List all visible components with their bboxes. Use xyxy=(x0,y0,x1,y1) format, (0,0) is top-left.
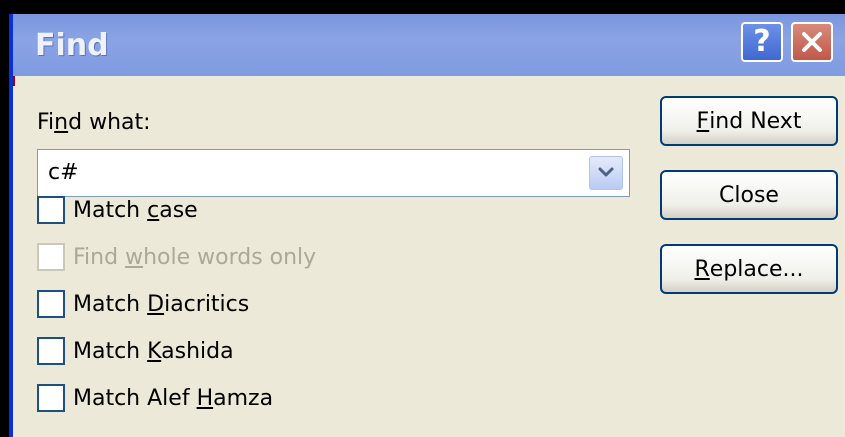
window-title: Find xyxy=(35,28,109,63)
match-kashida-checkbox[interactable] xyxy=(37,337,65,365)
find-next-button[interactable]: Find Next xyxy=(660,96,838,146)
replace-button[interactable]: Replace... xyxy=(660,244,838,294)
dropdown-arrow-button[interactable] xyxy=(589,156,623,190)
help-icon: ? xyxy=(753,24,771,59)
close-icon xyxy=(802,32,822,52)
match-case-checkbox[interactable] xyxy=(37,196,65,224)
match-kashida-label: Match Kashida xyxy=(73,338,234,364)
whole-words-option: Find whole words only xyxy=(37,243,316,271)
find-what-input[interactable] xyxy=(48,160,568,185)
close-button[interactable]: Close xyxy=(660,170,838,220)
match-case-label: Match case xyxy=(73,197,198,223)
match-alef-hamza-option[interactable]: Match Alef Hamza xyxy=(37,384,273,412)
match-diacritics-checkbox[interactable] xyxy=(37,290,65,318)
match-diacritics-label: Match Diacritics xyxy=(73,291,250,317)
find-what-combobox[interactable] xyxy=(37,149,630,197)
whole-words-label: Find whole words only xyxy=(73,244,317,270)
match-diacritics-option[interactable]: Match Diacritics xyxy=(37,290,249,318)
find-dialog: Find ? Find what: Match case Find whole … xyxy=(9,14,845,437)
help-button[interactable]: ? xyxy=(741,22,783,62)
whole-words-checkbox xyxy=(37,243,65,271)
title-bar[interactable]: Find ? xyxy=(13,14,845,76)
match-case-option[interactable]: Match case xyxy=(37,196,198,224)
match-alef-hamza-label: Match Alef Hamza xyxy=(73,385,274,411)
match-alef-hamza-checkbox[interactable] xyxy=(37,384,65,412)
match-kashida-option[interactable]: Match Kashida xyxy=(37,337,234,365)
title-close-button[interactable] xyxy=(791,22,833,62)
chevron-down-icon xyxy=(598,167,614,177)
window-edge-accent xyxy=(13,76,15,86)
find-what-label: Find what: xyxy=(37,110,151,135)
